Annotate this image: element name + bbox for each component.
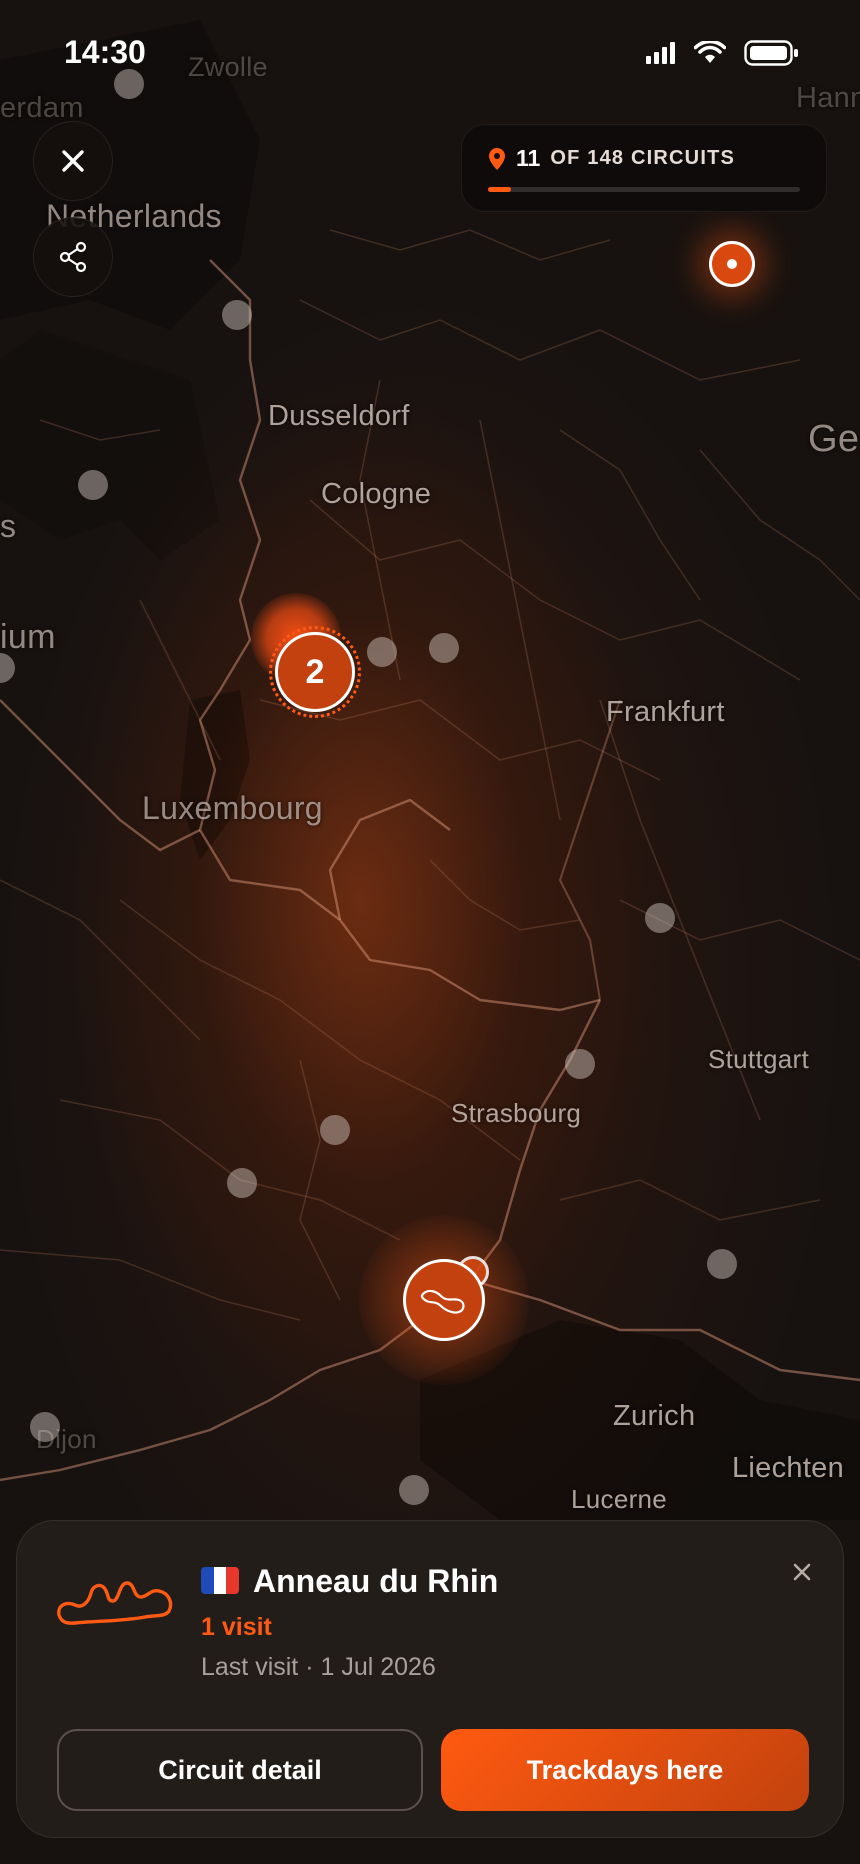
card-close-button[interactable]: [787, 1557, 817, 1587]
progress-fill: [488, 187, 512, 192]
city-label-zurich: Zurich: [613, 1400, 696, 1432]
city-label-hann: Hann: [796, 82, 860, 114]
close-icon: [62, 150, 84, 172]
france-flag-icon: [201, 1567, 239, 1594]
last-visit: Last visit · 1 Jul 2026: [201, 1653, 436, 1681]
city-label-stuttgart: Stuttgart: [708, 1044, 809, 1074]
circuits-counter[interactable]: 11 OF 148 CIRCUITS: [461, 124, 827, 212]
visit-count: 1 visit: [201, 1613, 272, 1641]
track-layout-icon: [57, 1581, 173, 1625]
country-label-luxembourg: Luxembourg: [142, 790, 323, 826]
cluster-count: 2: [305, 652, 325, 691]
circuit-pin[interactable]: [78, 470, 108, 500]
status-bar: 14:30: [0, 30, 860, 80]
track-layout-icon: [420, 1289, 465, 1314]
country-label-ium: ium: [0, 618, 56, 656]
battery-icon: [744, 40, 798, 66]
trackdays-button[interactable]: Trackdays here: [441, 1729, 809, 1811]
city-label-liechten: Liechten: [732, 1452, 845, 1484]
signal-icon: [646, 42, 675, 64]
circuit-pin[interactable]: [645, 903, 675, 933]
status-icons: [646, 40, 800, 66]
total-circuits-label: OF 148 CIRCUITS: [550, 147, 736, 169]
share-button[interactable]: [33, 217, 113, 297]
circuit-pin[interactable]: [320, 1115, 350, 1145]
circuit-pin[interactable]: [222, 300, 252, 330]
city-label-frankfurt: Frankfurt: [606, 696, 725, 728]
share-icon: [59, 241, 87, 273]
circuit-pin[interactable]: [227, 1168, 257, 1198]
cluster-marker[interactable]: 2: [269, 626, 361, 718]
progress-bar: [488, 187, 800, 192]
city-label-lucerne: Lucerne: [571, 1484, 668, 1514]
circuit-detail-label: Circuit detail: [158, 1754, 322, 1785]
close-icon: [793, 1563, 811, 1581]
city-label-dusseldorf: Dusseldorf: [268, 400, 410, 432]
circuit-pin[interactable]: [565, 1049, 595, 1079]
trackdays-label: Trackdays here: [526, 1754, 724, 1785]
close-map-button[interactable]: [33, 121, 113, 201]
circuit-card: Anneau du Rhin 1 visit Last visit · 1 Ju…: [16, 1520, 844, 1838]
status-time: 14:30: [64, 34, 146, 70]
location-pin-icon: [489, 147, 505, 170]
selected-circuit-marker[interactable]: [403, 1259, 485, 1341]
circuit-pin[interactable]: [30, 1412, 60, 1442]
circuit-pin[interactable]: [707, 1249, 737, 1279]
circuit-pin[interactable]: [367, 637, 397, 667]
visited-count: 11: [516, 145, 541, 171]
country-label-s: s: [0, 508, 17, 544]
circuit-detail-button[interactable]: Circuit detail: [57, 1729, 423, 1811]
city-label-strasbourg: Strasbourg: [451, 1098, 582, 1128]
circuit-pin[interactable]: [399, 1475, 429, 1505]
circuit-name: Anneau du Rhin: [253, 1563, 499, 1599]
city-label-cologne: Cologne: [321, 478, 432, 510]
wifi-icon: [694, 41, 726, 63]
circuit-pin[interactable]: [429, 633, 459, 663]
country-label-ge: Ge: [808, 418, 860, 460]
visited-circuit-marker[interactable]: [709, 241, 755, 287]
